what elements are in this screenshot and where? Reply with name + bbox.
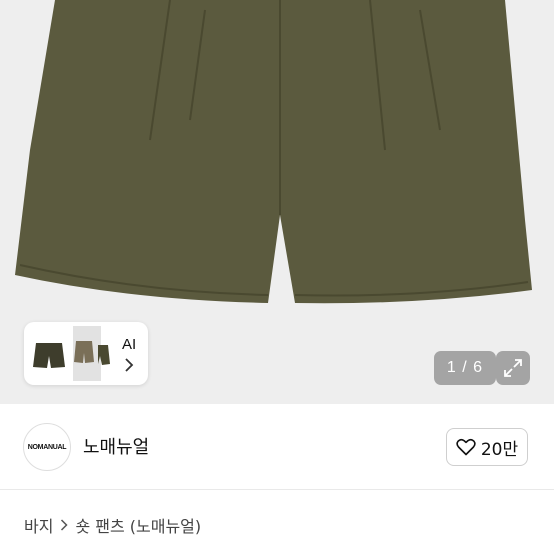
heart-outline-icon [456,438,476,456]
chevron-right-icon [60,519,69,531]
breadcrumb-item-category[interactable]: 바지 [24,513,53,537]
like-button[interactable]: 20만 [446,428,528,466]
chevron-right-icon [125,358,134,372]
expand-icon [504,359,522,377]
ai-card-label: AI [122,336,137,353]
ai-styling-card[interactable]: AI [24,322,148,385]
seller-info-row: NOMANUAL 노매뉴얼 20만 [0,404,554,490]
page-counter-text: 1 / 6 [446,359,484,376]
ai-thumbnail-image [28,326,116,381]
expand-image-button[interactable] [496,351,530,385]
seller-avatar[interactable]: NOMANUAL [23,423,71,471]
breadcrumb-item-subcategory[interactable]: 숏 팬츠 (노매뉴얼) [75,513,201,537]
seller-avatar-logo: NOMANUAL [27,443,67,451]
image-page-counter: 1 / 6 [434,351,496,385]
product-image-gallery[interactable]: AI 1 / 6 [0,0,554,404]
seller-name[interactable]: 노매뉴얼 [83,433,149,459]
breadcrumb: 바지 숏 팬츠 (노매뉴얼) [24,513,201,537]
like-count: 20만 [480,439,519,460]
